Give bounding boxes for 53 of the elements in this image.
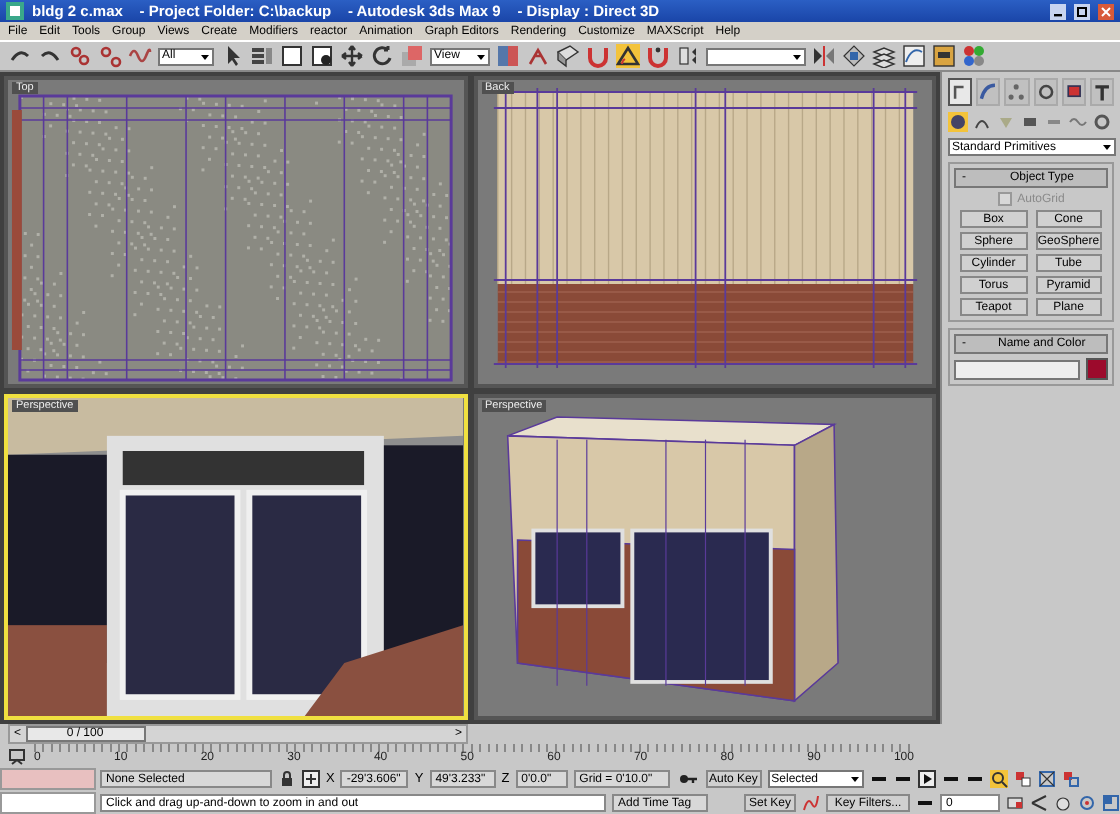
color-swatch[interactable]: [1086, 358, 1108, 380]
hierarchy-tab-icon[interactable]: [1004, 78, 1030, 106]
create-tab-icon[interactable]: [948, 78, 973, 106]
angle-snap-icon[interactable]: [616, 44, 640, 68]
filmstrip-icon[interactable]: [8, 747, 26, 765]
named-selection-dropdown[interactable]: [706, 47, 806, 65]
rectangle-icon[interactable]: [280, 44, 304, 68]
dropdown-caret-icon: [792, 51, 802, 61]
orbit-icon[interactable]: [1078, 794, 1096, 812]
tangent-curve-icon[interactable]: [802, 794, 820, 812]
rotate-icon[interactable]: [370, 44, 394, 68]
utilities-tab-icon[interactable]: [1089, 78, 1115, 106]
spheres-icon[interactable]: [962, 44, 986, 68]
modify-tab-icon[interactable]: [976, 78, 1001, 106]
zoom-extents-icon[interactable]: [1037, 770, 1056, 788]
schematic-icon[interactable]: [932, 44, 956, 68]
maximize-icon[interactable]: [1074, 3, 1090, 19]
curve-editor-icon[interactable]: [902, 44, 926, 68]
zoom-icon[interactable]: [989, 770, 1008, 788]
dropdown-caret-icon: [1102, 142, 1112, 152]
maximize-viewport-icon[interactable]: [1102, 794, 1120, 812]
spinner-snap-icon[interactable]: [676, 44, 700, 68]
dropdown-caret-icon: [476, 51, 486, 61]
time-config-icon[interactable]: [1006, 794, 1024, 812]
play-icon[interactable]: [917, 770, 936, 788]
zoom-extents-all-icon[interactable]: [1061, 770, 1080, 788]
object-name-field[interactable]: [954, 359, 1080, 379]
list-icon[interactable]: [250, 44, 274, 68]
minimize-icon[interactable]: [1050, 3, 1066, 19]
gears-icon[interactable]: [1092, 112, 1112, 132]
dropdown-caret-icon: [200, 51, 210, 61]
align-icon[interactable]: [842, 44, 866, 68]
percent-snap-icon[interactable]: [646, 44, 670, 68]
zoom-all-icon[interactable]: [1013, 770, 1032, 788]
circle-in-square-icon[interactable]: [310, 44, 334, 68]
move-icon[interactable]: [340, 44, 364, 68]
wave-icon[interactable]: [1068, 112, 1088, 132]
chain-icon[interactable]: [68, 44, 92, 68]
motion-tab-icon[interactable]: [1033, 78, 1058, 106]
transform-mode-icon[interactable]: [302, 770, 320, 788]
squiggle-icon[interactable]: [128, 44, 152, 68]
script-output-field[interactable]: [0, 792, 96, 814]
sphere-icon[interactable]: [948, 112, 968, 132]
script-listener-field[interactable]: [0, 768, 96, 790]
broken-chain-icon[interactable]: [98, 44, 122, 68]
layers-icon[interactable]: [872, 44, 896, 68]
close-icon[interactable]: [1098, 3, 1114, 19]
app-icon: [6, 2, 24, 20]
display-tab-icon[interactable]: [1061, 78, 1086, 106]
dropdown-caret-icon: [849, 774, 860, 784]
lock-icon[interactable]: [278, 770, 296, 788]
key-icon[interactable]: [675, 770, 700, 788]
mirror-icon[interactable]: [812, 44, 836, 68]
